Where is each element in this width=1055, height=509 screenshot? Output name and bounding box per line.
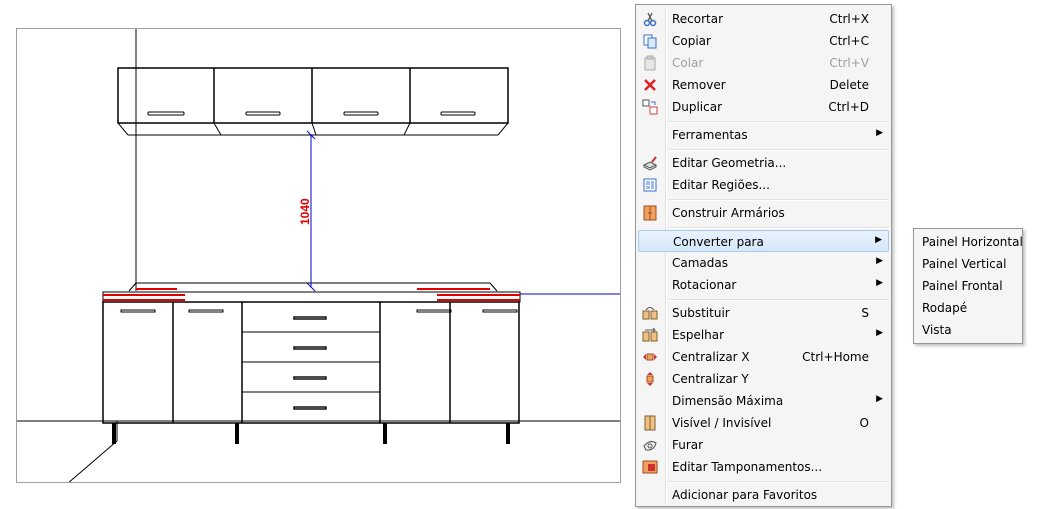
submenu-item-painel-horizontal[interactable]: Painel Horizontal bbox=[916, 231, 1023, 253]
menu-separator bbox=[669, 227, 889, 229]
drill-icon bbox=[642, 437, 658, 453]
submenu-arrow-icon: ▶ bbox=[875, 235, 882, 245]
upper-cabinets[interactable] bbox=[117, 67, 509, 136]
menu-item-rotacionar[interactable]: Rotacionar ▶ bbox=[638, 274, 889, 296]
center-x-icon bbox=[642, 349, 658, 365]
selection-highlight bbox=[103, 288, 520, 301]
submenu-item-vista[interactable]: Vista bbox=[916, 319, 1020, 341]
menu-item-duplicar[interactable]: Duplicar Ctrl+D bbox=[638, 96, 889, 118]
menu-item-centralizar-x[interactable]: Centralizar X Ctrl+Home bbox=[638, 346, 889, 368]
replace-icon bbox=[642, 305, 658, 321]
base-cabinets[interactable] bbox=[102, 301, 520, 424]
menu-separator bbox=[669, 149, 889, 151]
edit-geometry-icon bbox=[642, 155, 658, 171]
edit-covers-icon bbox=[642, 459, 658, 475]
menu-item-substituir[interactable]: Substituir S bbox=[638, 302, 889, 324]
edit-regions-icon bbox=[642, 177, 658, 193]
menu-item-recortar[interactable]: Recortar Ctrl+X bbox=[638, 8, 889, 30]
menu-item-adicionar-favoritos[interactable]: Adicionar para Favoritos bbox=[638, 484, 889, 506]
menu-item-converter-para[interactable]: Converter para ▶ bbox=[638, 230, 889, 252]
visibility-icon bbox=[642, 415, 658, 431]
submenu-arrow-icon: ▶ bbox=[876, 278, 883, 288]
converter-para-submenu: Painel Horizontal Painel Vertical Painel… bbox=[913, 228, 1023, 344]
context-menu: Recortar Ctrl+X Copiar Ctrl+C Colar Ctrl… bbox=[635, 4, 892, 507]
submenu-arrow-icon: ▶ bbox=[876, 128, 883, 138]
dimension-guides bbox=[306, 130, 620, 295]
menu-item-espelhar[interactable]: Espelhar ▶ bbox=[638, 324, 889, 346]
submenu-item-rodape[interactable]: Rodapé bbox=[916, 297, 1020, 319]
delete-x-icon bbox=[642, 77, 658, 93]
submenu-arrow-icon: ▶ bbox=[876, 256, 883, 266]
menu-item-copiar[interactable]: Copiar Ctrl+C bbox=[638, 30, 889, 52]
menu-item-remover[interactable]: Remover Delete bbox=[638, 74, 889, 96]
menu-item-ferramentas[interactable]: Ferramentas ▶ bbox=[638, 124, 889, 146]
submenu-item-painel-frontal[interactable]: Painel Frontal bbox=[916, 275, 1020, 297]
scissors-icon bbox=[642, 11, 658, 27]
menu-item-centralizar-y[interactable]: Centralizar Y bbox=[638, 368, 889, 390]
menu-item-editar-tamponamentos[interactable]: Editar Tamponamentos... bbox=[638, 456, 889, 478]
menu-item-colar: Colar Ctrl+V bbox=[638, 52, 889, 74]
menu-item-construir-armarios[interactable]: Construir Armários bbox=[638, 202, 889, 224]
duplicate-icon bbox=[642, 99, 658, 115]
menu-item-editar-regioes[interactable]: Editar Regiões... bbox=[638, 174, 889, 196]
submenu-arrow-icon: ▶ bbox=[876, 394, 883, 404]
cabinet-legs bbox=[112, 423, 510, 444]
copy-icon bbox=[642, 33, 658, 49]
kitchen-cabinet-drawing[interactable]: 1040 bbox=[17, 29, 621, 483]
menu-separator bbox=[669, 481, 889, 483]
menu-item-visivel-invisivel[interactable]: Visível / Invisível O bbox=[638, 412, 889, 434]
mirror-icon bbox=[642, 327, 658, 343]
menu-item-editar-geometria[interactable]: Editar Geometria... bbox=[638, 152, 889, 174]
menu-item-camadas[interactable]: Camadas ▶ bbox=[638, 252, 889, 274]
submenu-item-painel-vertical[interactable]: Painel Vertical bbox=[916, 253, 1020, 275]
menu-separator bbox=[669, 199, 889, 201]
submenu-arrow-icon: ▶ bbox=[876, 328, 883, 338]
center-y-icon bbox=[642, 371, 658, 387]
menu-separator bbox=[669, 299, 889, 301]
paste-icon bbox=[642, 55, 658, 71]
menu-item-furar[interactable]: Furar bbox=[638, 434, 889, 456]
dimension-label: 1040 bbox=[298, 198, 312, 225]
menu-item-dimensao-maxima[interactable]: Dimensão Máxima ▶ bbox=[638, 390, 889, 412]
drawing-viewport[interactable]: 1040 bbox=[16, 28, 621, 483]
build-cabinets-icon bbox=[642, 205, 658, 221]
menu-separator bbox=[669, 121, 889, 123]
